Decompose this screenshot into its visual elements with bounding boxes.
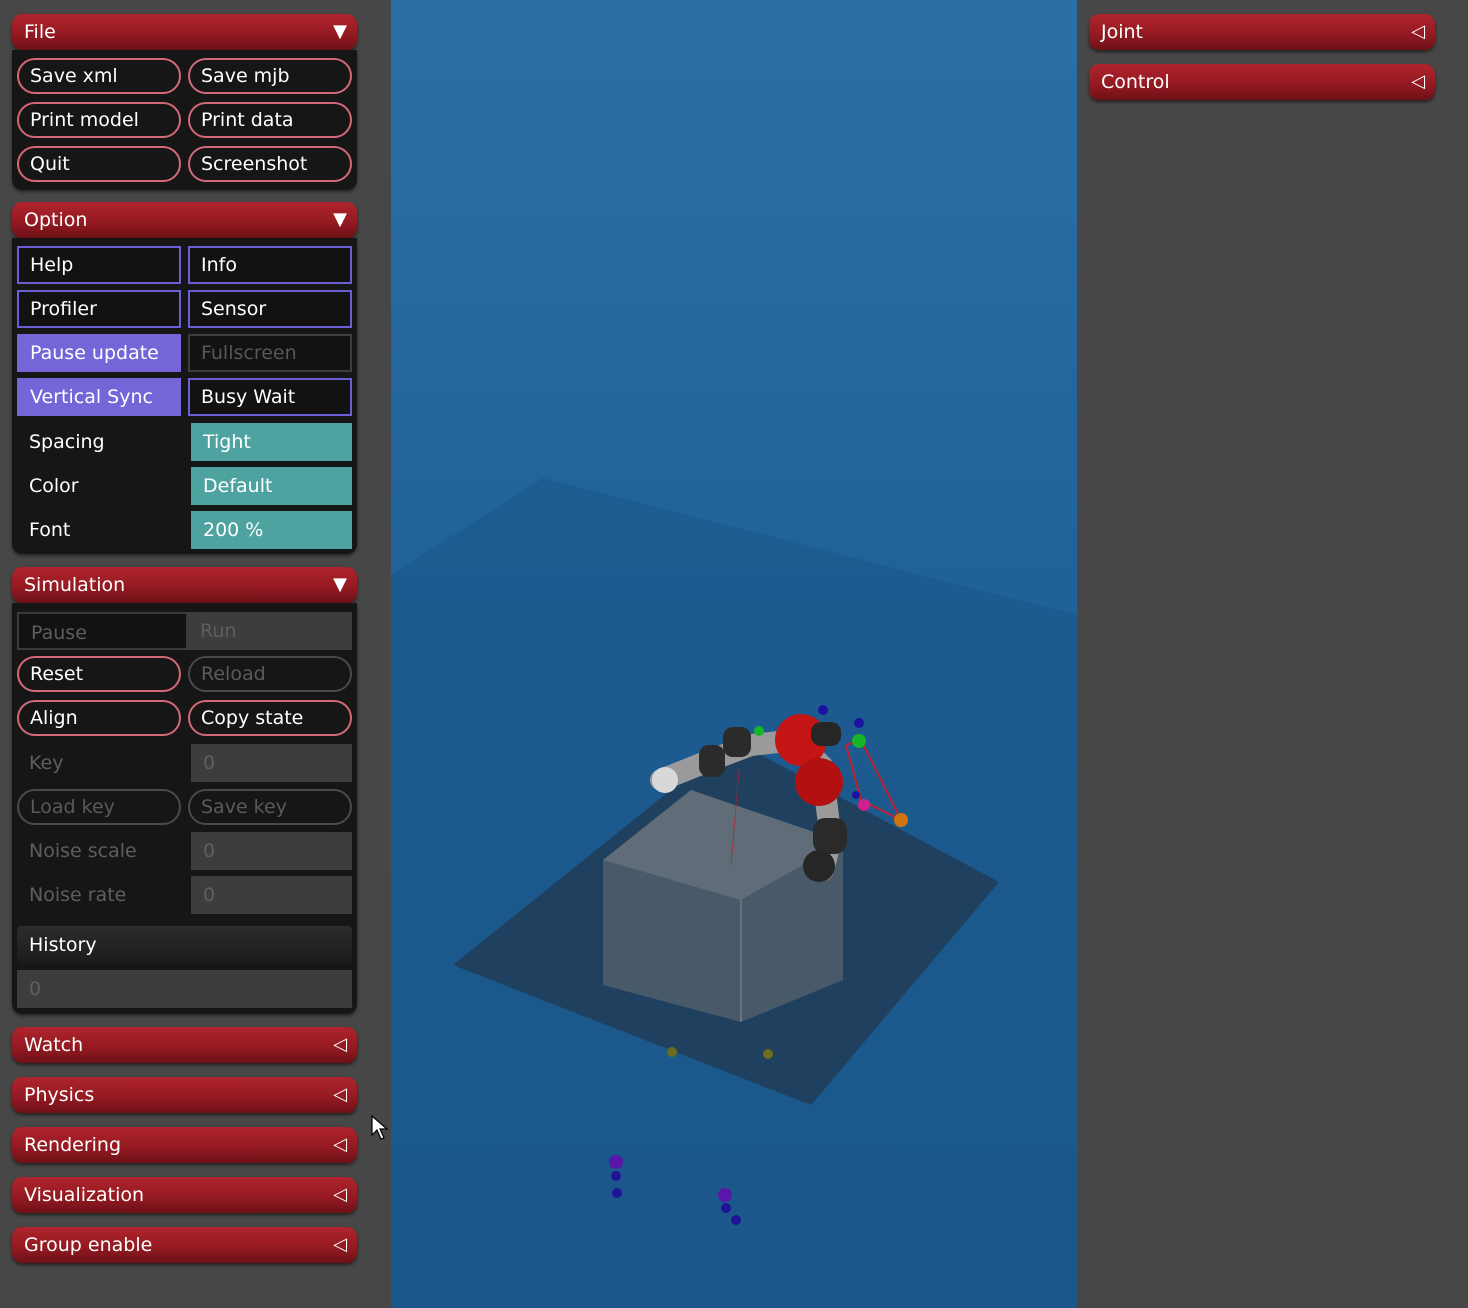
triangle-left-icon: ◁ [333,1234,347,1255]
section-header-file[interactable]: File ▼ [12,14,357,50]
section-title-control: Control [1101,71,1170,93]
section-header-rendering[interactable]: Rendering ◁ [12,1127,357,1163]
triangle-down-icon: ▼ [333,209,347,230]
section-header-simulation[interactable]: Simulation ▼ [12,567,357,603]
reload-button[interactable]: Reload [188,656,352,692]
scene-render [391,478,1077,1308]
info-toggle[interactable]: Info [188,246,352,284]
simulation-section-body: Pause Run Reset Reload Align Copy state … [12,603,357,1014]
simulation-viewport[interactable] [391,0,1077,1308]
section-title-physics: Physics [24,1084,95,1106]
spacing-select[interactable]: Tight [191,423,352,461]
triangle-left-icon: ◁ [1411,21,1425,42]
section-title-group-enable: Group enable [24,1234,153,1256]
pause-radio[interactable]: Pause [17,612,188,650]
file-section-body: Save xml Save mjb Print model Print data… [12,50,357,190]
section-title-joint: Joint [1101,21,1143,43]
section-title-watch: Watch [24,1034,84,1056]
right-panel: Joint ◁ Control ◁ [1077,0,1468,1308]
triangle-left-icon: ◁ [333,1084,347,1105]
color-label: Color [29,475,79,497]
spacing-label: Spacing [29,431,105,453]
triangle-down-icon: ▼ [333,21,347,42]
copy-state-button[interactable]: Copy state [188,700,352,736]
color-select[interactable]: Default [191,467,352,505]
pause-update-toggle[interactable]: Pause update [17,334,181,372]
section-header-control[interactable]: Control ◁ [1089,64,1435,100]
save-mjb-button[interactable]: Save mjb [188,58,352,94]
triangle-left-icon: ◁ [333,1184,347,1205]
busy-wait-toggle[interactable]: Busy Wait [188,378,352,416]
history-slider[interactable]: 0 [17,970,352,1008]
section-title-simulation: Simulation [24,574,126,596]
section-title-file: File [24,21,56,43]
print-model-button[interactable]: Print model [17,102,181,138]
section-title-rendering: Rendering [24,1134,122,1156]
run-radio[interactable]: Run [188,612,352,650]
triangle-left-icon: ◁ [1411,71,1425,92]
quit-button[interactable]: Quit [17,146,181,182]
reset-button[interactable]: Reset [17,656,181,692]
triangle-down-icon: ▼ [333,574,347,595]
key-slider[interactable]: 0 [191,744,352,782]
triangle-left-icon: ◁ [333,1034,347,1055]
section-title-option: Option [24,209,88,231]
history-label: History [17,926,352,964]
key-label: Key [29,752,64,774]
align-button[interactable]: Align [17,700,181,736]
screenshot-button[interactable]: Screenshot [188,146,352,182]
section-header-watch[interactable]: Watch ◁ [12,1027,357,1063]
left-panel: File ▼ Save xml Save mjb Print model Pri… [0,0,391,1308]
save-key-button[interactable]: Save key [188,789,352,825]
section-header-joint[interactable]: Joint ◁ [1089,14,1435,50]
font-select[interactable]: 200 % [191,511,352,549]
section-header-visualization[interactable]: Visualization ◁ [12,1177,357,1213]
vertical-sync-toggle[interactable]: Vertical Sync [17,378,181,416]
section-header-group-enable[interactable]: Group enable ◁ [12,1227,357,1263]
noise-rate-slider[interactable]: 0 [191,876,352,914]
mouse-cursor-icon [371,1115,389,1140]
print-data-button[interactable]: Print data [188,102,352,138]
noise-rate-label: Noise rate [29,884,127,906]
sensor-toggle[interactable]: Sensor [188,290,352,328]
noise-scale-label: Noise scale [29,840,137,862]
option-section-body: Help Info Profiler Sensor Pause update F… [12,238,357,554]
section-header-option[interactable]: Option ▼ [12,202,357,238]
fullscreen-toggle[interactable]: Fullscreen [188,334,352,372]
save-xml-button[interactable]: Save xml [17,58,181,94]
profiler-toggle[interactable]: Profiler [17,290,181,328]
noise-scale-slider[interactable]: 0 [191,832,352,870]
triangle-left-icon: ◁ [333,1134,347,1155]
load-key-button[interactable]: Load key [17,789,181,825]
section-header-physics[interactable]: Physics ◁ [12,1077,357,1113]
section-title-visualization: Visualization [24,1184,145,1206]
help-toggle[interactable]: Help [17,246,181,284]
font-label: Font [29,519,71,541]
